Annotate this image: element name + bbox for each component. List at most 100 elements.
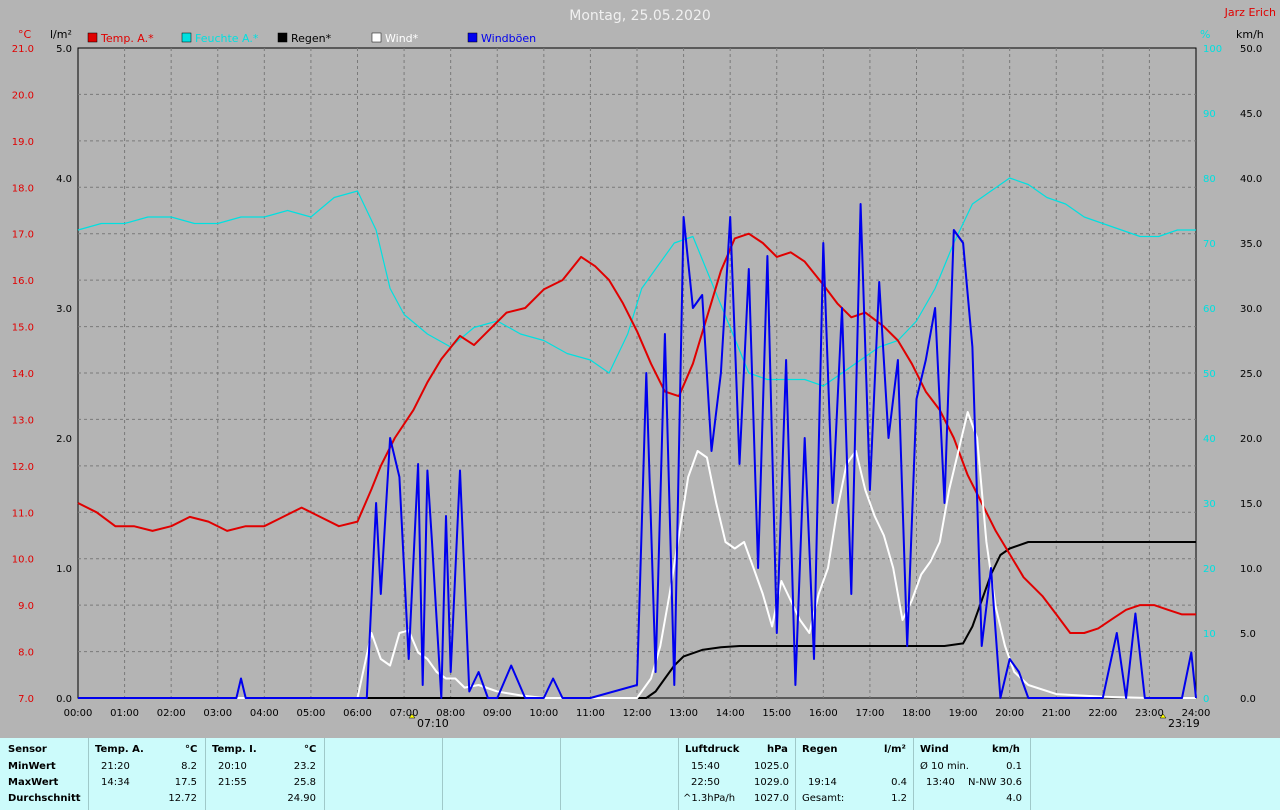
x-tick-label: 14:00 (716, 708, 745, 719)
regen-max-time: 19:14 (808, 777, 837, 788)
x-tick-label: 15:00 (762, 708, 791, 719)
temp-tick-label: 13.0 (12, 415, 34, 426)
x-tick-label: 09:00 (483, 708, 512, 719)
x-tick-label: 22:00 (1088, 708, 1117, 719)
rain-tick-label: 5.0 (56, 44, 72, 55)
temp-a-max-value: 17.5 (174, 777, 197, 788)
temp-tick-label: 12.0 (12, 462, 34, 473)
x-tick-label: 04:00 (250, 708, 279, 719)
humidity-tick-label: 70 (1203, 239, 1216, 250)
temp-i-min-value: 23.2 (293, 761, 316, 772)
stats-col-empty-4 (1031, 738, 1280, 810)
x-tick-label: 10:00 (529, 708, 558, 719)
stats-col-empty-2 (443, 738, 561, 810)
humidity-tick-label: 10 (1203, 629, 1216, 640)
weather-chart: 00:00 01:00 02:00 03:00 04:00 05:00 06:00 07:00… (0, 0, 1280, 738)
legend-swatch (87, 32, 98, 43)
sunrise-time: 07:10 (417, 717, 449, 730)
stats-col-temp-i: Temp. I. °C 20:10 23.2 21:55 25.8 24.90 (206, 738, 325, 810)
stats-col-empty-1 (325, 738, 443, 810)
rain-tick-label: 0.0 (56, 694, 72, 705)
stats-panel: Sensor MinWert MaxWert Durchschnitt Temp… (0, 738, 1280, 810)
x-tick-label: 20:00 (995, 708, 1024, 719)
stats-col-temp-a: Temp. A. °C 21:20 8.2 14:34 17.5 12.72 (89, 738, 206, 810)
wind-avg10-value: 0.1 (1006, 761, 1022, 772)
temp-tick-label: 18.0 (12, 183, 34, 194)
wind-avg10-label: Ø 10 min. (920, 761, 969, 772)
wind-max-value: 30.6 (999, 777, 1022, 788)
rain-tick-label: 4.0 (56, 174, 72, 185)
stats-col-sensor: Sensor MinWert MaxWert Durchschnitt (0, 738, 89, 810)
legend-swatch (181, 32, 192, 43)
sensor-header: Sensor (8, 744, 47, 755)
luftdruck-avg-value: 1027.0 (754, 793, 789, 804)
wind-tick-label: 35.0 (1240, 239, 1262, 250)
wind-tick-label: 45.0 (1240, 109, 1262, 120)
humidity-tick-label: 20 (1203, 564, 1216, 575)
legend-swatch (371, 32, 382, 43)
temp-tick-label: 10.0 (12, 555, 34, 566)
wind-unit-label: km/h (1236, 28, 1264, 41)
temp-a-min-value: 8.2 (181, 761, 197, 772)
x-tick-label: 01:00 (110, 708, 139, 719)
legend-label: Wind* (385, 32, 419, 45)
regen-max-value: 0.4 (891, 777, 907, 788)
temp-tick-label: 19.0 (12, 137, 34, 148)
rain-tick-label: 2.0 (56, 434, 72, 445)
x-tick-label: 19:00 (949, 708, 978, 719)
wind-unit: km/h (992, 744, 1020, 755)
humidity-tick-label: 40 (1203, 434, 1216, 445)
legend-label: Feuchte A.* (195, 32, 259, 45)
rain-tick-label: 3.0 (56, 304, 72, 315)
x-tick-label: 00:00 (64, 708, 93, 719)
wind-tick-label: 0.0 (1240, 694, 1256, 705)
sunset-time: 23:19 (1168, 717, 1200, 730)
humidity-tick-label: 50 (1203, 369, 1216, 380)
wind-max-time: 13:40 (926, 777, 955, 788)
temp-tick-label: 11.0 (12, 508, 34, 519)
humidity-tick-label: 0 (1203, 694, 1209, 705)
wind-title: Wind (920, 744, 949, 755)
luftdruck-min-value: 1025.0 (754, 761, 789, 772)
luftdruck-max-value: 1029.0 (754, 777, 789, 788)
x-tick-label: 16:00 (809, 708, 838, 719)
rain-unit-label: l/m² (50, 28, 72, 41)
wind-tick-label: 50.0 (1240, 44, 1262, 55)
temp-tick-label: 7.0 (18, 694, 34, 705)
regen-unit: l/m² (884, 744, 906, 755)
x-tick-label: 23:00 (1135, 708, 1164, 719)
legend-swatch (467, 32, 478, 43)
regen-total-label: Gesamt: (802, 793, 845, 804)
chart-title: Montag, 25.05.2020 (569, 8, 711, 24)
author-label: Jarz Erich (1224, 6, 1276, 19)
temp-tick-label: 16.0 (12, 276, 34, 287)
temp-tick-label: 9.0 (18, 601, 34, 612)
humidity-tick-label: 30 (1203, 499, 1216, 510)
luftdruck-trend: ^1.3hPa/h (683, 793, 736, 804)
row-label-avg: Durchschnitt (8, 793, 81, 804)
x-tick-label: 17:00 (856, 708, 885, 719)
humidity-unit-label: % (1200, 28, 1210, 41)
wind-tick-label: 25.0 (1240, 369, 1262, 380)
x-tick-label: 05:00 (297, 708, 326, 719)
temp-i-unit: °C (304, 744, 317, 755)
temp-tick-label: 21.0 (12, 44, 34, 55)
regen-title: Regen (802, 744, 838, 755)
temp-a-avg-value: 12.72 (168, 793, 197, 804)
wind-avg-value: 4.0 (1006, 793, 1022, 804)
temp-tick-label: 14.0 (12, 369, 34, 380)
wind-max-direction: N-NW (968, 777, 997, 788)
temp-a-max-time: 14:34 (101, 777, 130, 788)
temp-tick-label: 8.0 (18, 648, 34, 659)
stats-col-regen: Regen l/m² 19:14 0.4 Gesamt: 1.2 (796, 738, 914, 810)
temp-i-min-time: 20:10 (218, 761, 247, 772)
temp-tick-label: 20.0 (12, 90, 34, 101)
humidity-tick-label: 60 (1203, 304, 1216, 315)
luftdruck-title: Luftdruck (685, 744, 740, 755)
temp-a-unit: °C (185, 744, 198, 755)
legend-swatch (277, 32, 288, 43)
x-tick-label: 11:00 (576, 708, 605, 719)
temp-tick-label: 17.0 (12, 230, 34, 241)
temp-a-title: Temp. A. (95, 744, 144, 755)
luftdruck-max-time: 22:50 (691, 777, 720, 788)
